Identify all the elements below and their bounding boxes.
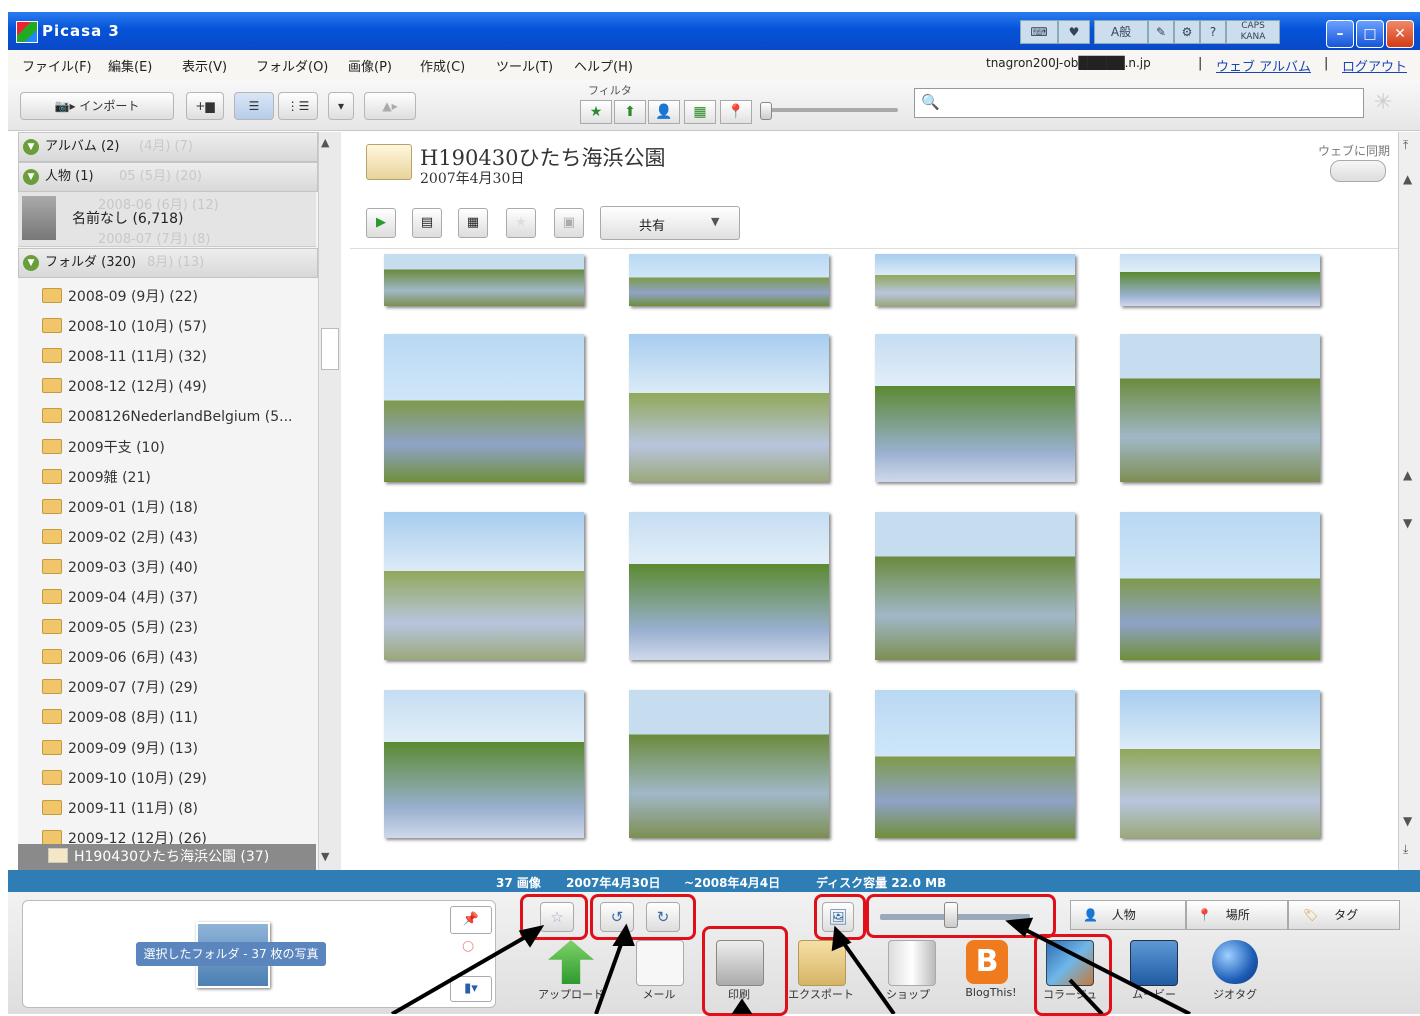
arrow-print-head [731,998,753,1014]
arrow-rotate [594,935,626,1014]
arrow-slider [1017,924,1191,1014]
arrow-collage [1068,978,1104,1014]
arrow-star-head [518,925,545,948]
arrow-slider-head [1005,917,1034,938]
arrow-view-mode [838,936,896,1014]
arrow-rotate-head [612,923,635,946]
arrow-star [390,930,536,1014]
annotation-arrows [390,917,1191,1014]
